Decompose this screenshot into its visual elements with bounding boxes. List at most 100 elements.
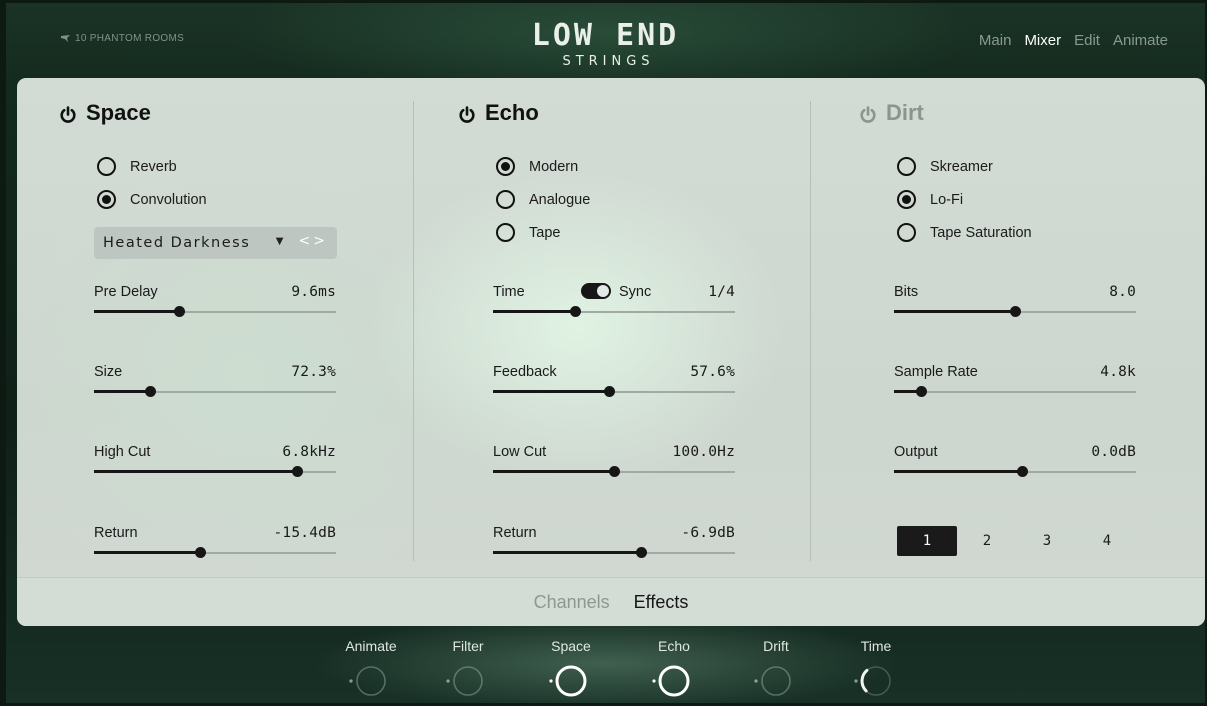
page-button-3[interactable]: 3 (1017, 526, 1077, 556)
param-return[interactable]: Return -15.4dB (94, 525, 336, 561)
macro-label: Echo (658, 638, 690, 654)
radio-modern[interactable]: Modern (496, 150, 590, 183)
slider-handle[interactable] (570, 306, 581, 317)
radio-convolution[interactable]: Convolution (97, 183, 207, 216)
slider-handle[interactable] (636, 547, 647, 558)
radio-button (897, 190, 916, 209)
macro-knob-space[interactable]: Space (531, 638, 611, 701)
radio-dot (902, 195, 911, 204)
tab-effects[interactable]: Effects (634, 592, 689, 613)
knob-dial-icon[interactable] (445, 661, 491, 701)
radio-label: Tape (529, 224, 561, 241)
page-button-2[interactable]: 2 (957, 526, 1017, 556)
param-label: Pre Delay (94, 284, 158, 300)
slider-fill (94, 390, 150, 393)
macro-label: Filter (452, 638, 484, 654)
radio-label: Lo-Fi (930, 191, 964, 208)
param-label: Output (894, 444, 938, 460)
nav-mixer[interactable]: Mixer (1024, 32, 1061, 49)
slider-handle[interactable] (609, 466, 620, 477)
knob-dial-icon[interactable] (651, 661, 697, 701)
knob-dial-icon[interactable] (753, 661, 799, 701)
convolution-preset-dropdown[interactable]: Heated Darkness ▼ <> (94, 227, 337, 259)
radio-tape-saturation[interactable]: Tape Saturation (897, 216, 1032, 249)
radio-dot (501, 162, 510, 171)
knob-dial-icon[interactable] (853, 661, 899, 701)
param-value: 0.0dB (1091, 444, 1136, 460)
radio-button (897, 223, 916, 242)
slider-handle[interactable] (1017, 466, 1028, 477)
radio-label: Convolution (130, 191, 207, 208)
param-output[interactable]: Output 0.0dB (894, 444, 1136, 480)
slider-handle[interactable] (145, 386, 156, 397)
space-power-icon[interactable] (59, 104, 77, 123)
radio-button (97, 157, 116, 176)
knob-dial-icon[interactable] (348, 661, 394, 701)
dropdown-caret-icon: ▼ (275, 236, 285, 247)
slider-fill (94, 310, 179, 313)
slider-handle[interactable] (174, 306, 185, 317)
param-pre-delay[interactable]: Pre Delay 9.6ms (94, 284, 336, 320)
slider-handle[interactable] (604, 386, 615, 397)
sync-toggle[interactable] (581, 283, 611, 299)
param-feedback[interactable]: Feedback 57.6% (493, 364, 735, 400)
param-value: 6.8kHz (282, 444, 336, 460)
macro-knob-time[interactable]: Time (836, 638, 916, 701)
sync-label: Sync (619, 284, 652, 300)
top-navigation: Main Mixer Edit Animate (979, 32, 1168, 49)
slider-handle[interactable] (292, 466, 303, 477)
radio-button (496, 157, 515, 176)
echo-section: Echo Modern Analogue Tape Time Sync 1/4 … (458, 78, 848, 578)
dirt-section: Dirt Skreamer Lo-Fi Tape Saturation Bits… (859, 78, 1205, 578)
radio-reverb[interactable]: Reverb (97, 150, 207, 183)
tab-channels[interactable]: Channels (534, 592, 610, 613)
preset-prev-next-icon[interactable]: <> (299, 233, 328, 249)
param-time[interactable]: Time Sync 1/4 (493, 283, 735, 320)
nav-main[interactable]: Main (979, 32, 1012, 49)
radio-tape[interactable]: Tape (496, 216, 590, 249)
macro-label: Drift (763, 638, 789, 654)
preset-name: Heated Darkness (103, 235, 251, 251)
page-button-4[interactable]: 4 (1077, 526, 1137, 556)
param-label: Sample Rate (894, 364, 978, 380)
macro-knob-animate[interactable]: Animate (331, 638, 411, 701)
param-low-cut[interactable]: Low Cut 100.0Hz (493, 444, 735, 480)
nav-edit[interactable]: Edit (1074, 32, 1100, 49)
param-label: Feedback (493, 364, 557, 380)
slider-track[interactable] (894, 391, 1136, 393)
space-header: Space (59, 100, 151, 126)
radio-analogue[interactable]: Analogue (496, 183, 590, 216)
param-label: Low Cut (493, 444, 547, 460)
macro-knob-filter[interactable]: Filter (428, 638, 508, 701)
echo-power-icon[interactable] (458, 104, 476, 123)
param-size[interactable]: Size 72.3% (94, 364, 336, 400)
param-sample-rate[interactable]: Sample Rate 4.8k (894, 364, 1136, 400)
param-return[interactable]: Return -6.9dB (493, 525, 735, 561)
radio-button (496, 223, 515, 242)
param-value: 1/4 (708, 284, 735, 300)
macro-knob-echo[interactable]: Echo (634, 638, 714, 701)
slider-handle[interactable] (1010, 306, 1021, 317)
knob-dial-icon[interactable] (548, 661, 594, 701)
param-bits[interactable]: Bits 8.0 (894, 284, 1136, 320)
slider-handle[interactable] (916, 386, 927, 397)
macro-knob-drift[interactable]: Drift (736, 638, 816, 701)
param-value: 100.0Hz (672, 444, 735, 460)
radio-lo-fi[interactable]: Lo-Fi (897, 183, 1032, 216)
plugin-window: 10 PHANTOM ROOMS LOW END STRINGS Main Mi… (6, 3, 1205, 703)
slider-fill (493, 551, 641, 554)
dirt-power-icon[interactable] (859, 104, 877, 123)
param-value: 72.3% (291, 364, 336, 380)
param-label: Bits (894, 284, 919, 300)
macro-knobs: Animate Filter Space Echo Drift Time (326, 638, 906, 703)
param-value: 4.8k (1100, 364, 1136, 380)
param-high-cut[interactable]: High Cut 6.8kHz (94, 444, 336, 480)
effects-panel: Space Reverb Convolution Heated Darkness… (17, 78, 1205, 626)
radio-skreamer[interactable]: Skreamer (897, 150, 1032, 183)
echo-header: Echo (458, 100, 539, 126)
nav-animate[interactable]: Animate (1113, 32, 1168, 49)
slider-fill (493, 390, 609, 393)
slider-fill (894, 310, 1015, 313)
slider-handle[interactable] (195, 547, 206, 558)
page-button-1[interactable]: 1 (897, 526, 957, 556)
